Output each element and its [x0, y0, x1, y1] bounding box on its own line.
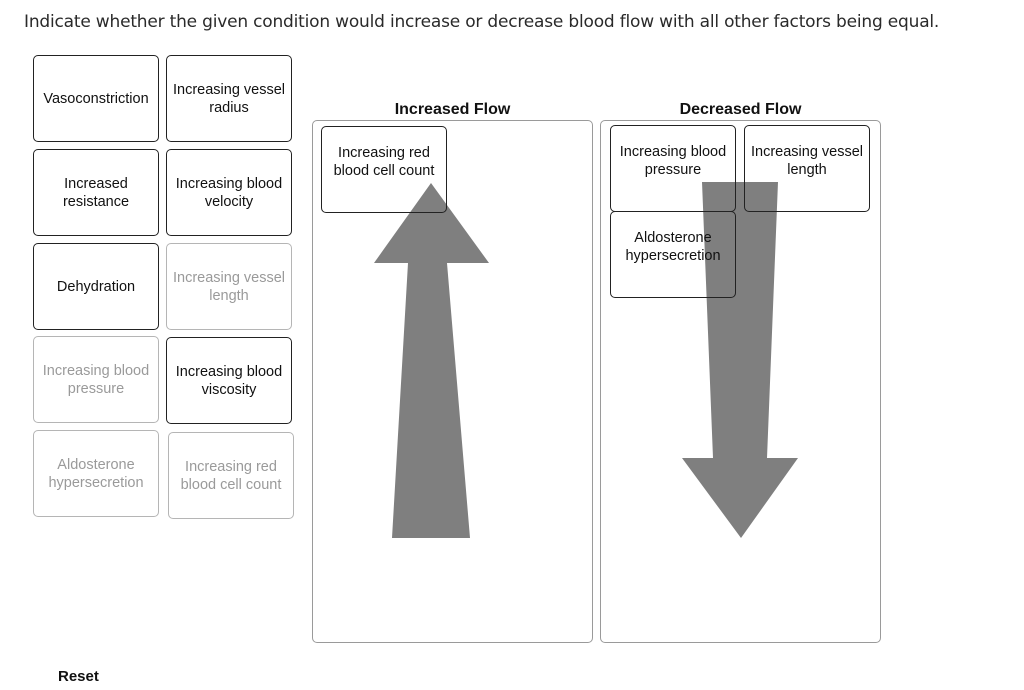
source-card-increased-resistance[interactable]: Increased resistance: [33, 149, 159, 236]
source-card-increasing-blood-velocity[interactable]: Increasing blood velocity: [166, 149, 292, 236]
source-card-increasing-vessel-radius[interactable]: Increasing vessel radius: [166, 55, 292, 142]
placed-card-label: Aldosterone hypersecretion: [625, 229, 721, 264]
instruction-text: Indicate whether the given condition wou…: [24, 12, 940, 32]
placed-card-aldosterone-hypersecretion[interactable]: Aldosterone hypersecretion: [610, 211, 736, 298]
placed-card-increasing-red-blood-cell-count[interactable]: Increasing red blood cell count: [321, 126, 447, 213]
placed-card-increasing-vessel-length[interactable]: Increasing vessel length: [744, 125, 870, 212]
placed-card-label: Increasing blood pressure: [619, 143, 727, 178]
source-card-vasoconstriction[interactable]: Vasoconstriction: [33, 55, 159, 142]
source-card-dehydration[interactable]: Dehydration: [33, 243, 159, 330]
source-card-aldosterone-hypersecretion: Aldosterone hypersecretion: [33, 430, 159, 517]
source-card-increasing-red-blood-cell-count: Increasing red blood cell count: [168, 432, 294, 519]
increased-flow-title: Increased Flow: [394, 101, 511, 118]
decreased-flow-title: Decreased Flow: [679, 101, 802, 118]
source-card-increasing-vessel-length: Increasing vessel length: [166, 243, 292, 330]
source-card-increasing-blood-pressure: Increasing blood pressure: [33, 336, 159, 423]
reset-button[interactable]: Reset: [58, 668, 99, 685]
placed-card-label: Increasing red blood cell count: [333, 144, 435, 179]
placed-card-label: Increasing vessel length: [750, 143, 864, 178]
source-card-increasing-blood-viscosity[interactable]: Increasing blood viscosity: [166, 337, 292, 424]
placed-card-increasing-blood-pressure[interactable]: Increasing blood pressure: [610, 125, 736, 212]
